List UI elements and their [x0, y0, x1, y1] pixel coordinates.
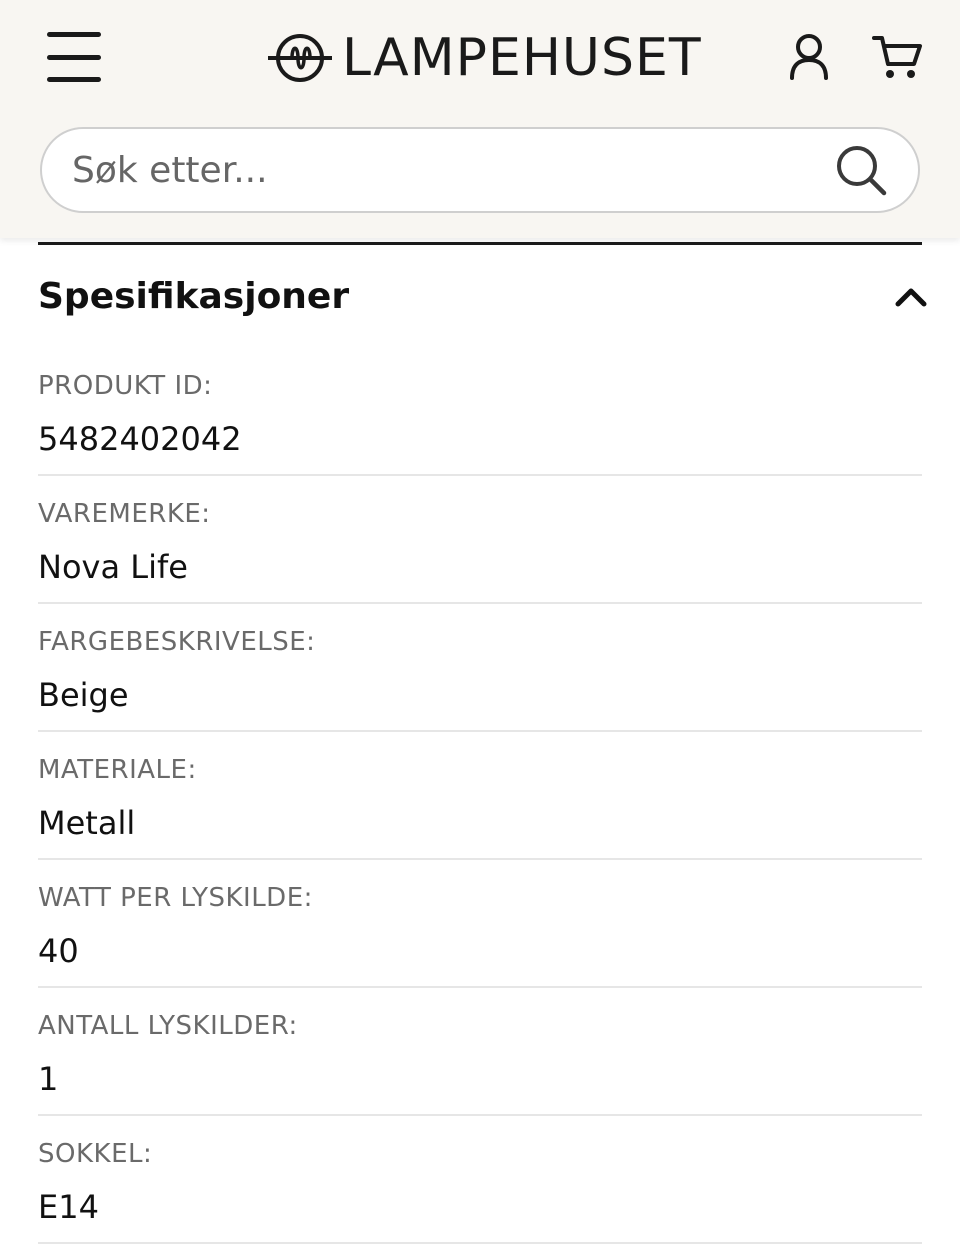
specifications-list: PRODUKT ID: 5482402042 VAREMERKE: Nova L…	[38, 348, 922, 1244]
spec-label: PRODUKT ID:	[38, 371, 213, 401]
user-icon[interactable]	[782, 30, 836, 84]
spec-label: FARGEBESKRIVELSE:	[38, 627, 316, 657]
search-bar	[40, 127, 920, 213]
brand-logo[interactable]: LAMPEHUSET	[268, 28, 702, 88]
spec-row-light-count: ANTALL LYSKILDER: 1	[38, 988, 922, 1116]
spec-value: Beige	[38, 676, 129, 714]
spec-label: ANTALL LYSKILDER:	[38, 1011, 298, 1041]
spec-value: 1	[38, 1060, 59, 1098]
section-title: Spesifikasjoner	[38, 275, 350, 317]
spec-row-brand: VAREMERKE: Nova Life	[38, 476, 922, 604]
spec-label: SOKKEL:	[38, 1139, 153, 1169]
spec-label: WATT PER LYSKILDE:	[38, 883, 313, 913]
section-divider	[38, 242, 922, 245]
spec-value: E14	[38, 1188, 99, 1226]
bulb-filament-logo-icon	[268, 34, 332, 82]
shopping-cart-icon[interactable]	[870, 30, 924, 84]
spec-row-material: MATERIALE: Metall	[38, 732, 922, 860]
spec-label: MATERIALE:	[38, 755, 197, 785]
search-icon[interactable]	[834, 143, 888, 197]
spec-row-color: FARGEBESKRIVELSE: Beige	[38, 604, 922, 732]
spec-row-watt: WATT PER LYSKILDE: 40	[38, 860, 922, 988]
spec-row-socket: SOKKEL: E14	[38, 1116, 922, 1244]
specifications-accordion-header[interactable]: Spesifikasjoner	[38, 268, 928, 324]
spec-value: Nova Life	[38, 548, 188, 586]
site-header: LAMPEHUSET	[0, 0, 960, 238]
hamburger-menu-icon[interactable]	[44, 30, 104, 84]
spec-label: VAREMERKE:	[38, 499, 211, 529]
spec-value: 5482402042	[38, 420, 242, 458]
chevron-up-icon[interactable]	[894, 284, 928, 308]
brand-name: LAMPEHUSET	[342, 28, 702, 88]
spec-value: Metall	[38, 804, 136, 842]
search-input[interactable]	[72, 149, 834, 191]
spec-row-product-id: PRODUKT ID: 5482402042	[38, 348, 922, 476]
spec-value: 40	[38, 932, 79, 970]
